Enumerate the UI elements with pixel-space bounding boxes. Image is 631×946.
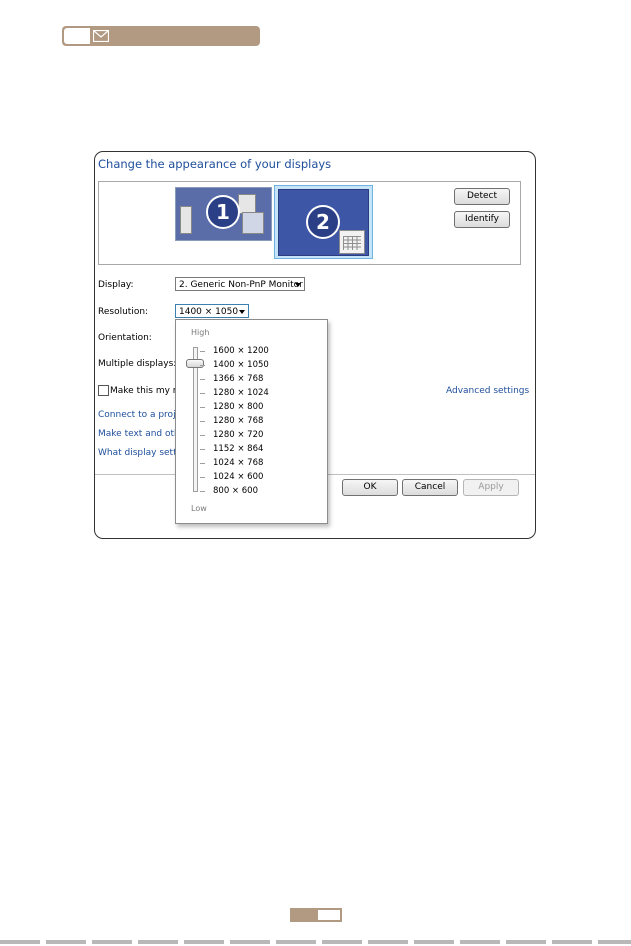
resolution-slider-thumb[interactable] — [186, 359, 204, 368]
envelope-icon — [93, 30, 109, 42]
monitor-number-2: 2 — [306, 205, 340, 239]
identify-button[interactable]: Identify — [454, 211, 510, 228]
multiple-displays-label: Multiple displays: — [98, 359, 177, 369]
header-tab — [62, 26, 260, 46]
resolution-option[interactable]: 800 × 600 — [213, 486, 258, 496]
slider-tick — [200, 365, 205, 366]
slider-tick — [200, 477, 205, 478]
resolution-slider-track[interactable] — [193, 347, 198, 492]
orientation-label: Orientation: — [98, 333, 152, 343]
header-tab-box — [64, 28, 90, 44]
resolution-select[interactable]: 1400 × 1050 — [175, 304, 249, 318]
resolution-label: Resolution: — [98, 307, 149, 317]
low-label: Low — [191, 504, 207, 513]
high-label: High — [191, 328, 210, 337]
slider-tick — [200, 435, 205, 436]
resolution-select-value: 1400 × 1050 — [179, 307, 239, 317]
advanced-settings-link[interactable]: Advanced settings — [446, 386, 529, 396]
slider-tick — [200, 491, 205, 492]
display-settings-dialog: Change the appearance of your displays 1… — [94, 151, 536, 539]
slider-tick — [200, 421, 205, 422]
connect-projector-link[interactable]: Connect to a projec — [98, 410, 186, 420]
slider-tick — [200, 449, 205, 450]
monitor-1[interactable]: 1 — [175, 187, 272, 241]
window-thumbnail-icon — [180, 206, 192, 234]
resolution-option[interactable]: 1280 × 768 — [213, 416, 263, 426]
slider-tick — [200, 379, 205, 380]
detect-button[interactable]: Detect — [454, 188, 510, 205]
chevron-down-icon — [295, 283, 301, 287]
dialog-title: Change the appearance of your displays — [98, 157, 332, 171]
monitor-2[interactable]: 2 — [278, 189, 369, 256]
ok-button[interactable]: OK — [342, 479, 398, 496]
monitor-2-selection[interactable]: 2 — [274, 185, 373, 259]
resolution-dropdown[interactable]: High 1600 × 1200 1400 × 1050 1366 × 768 … — [175, 319, 328, 524]
resolution-option[interactable]: 1600 × 1200 — [213, 346, 269, 356]
monitor-arrangement-area[interactable]: 1 2 Detect Identify — [98, 181, 521, 265]
resolution-option[interactable]: 1280 × 720 — [213, 430, 263, 440]
monitor-number-1: 1 — [206, 195, 240, 229]
make-main-display-checkbox[interactable] — [98, 385, 109, 396]
display-select[interactable]: 2. Generic Non-PnP Monitor — [175, 277, 305, 291]
footer-strip — [0, 940, 631, 944]
resolution-option[interactable]: 1024 × 600 — [213, 472, 263, 482]
calendar-icon — [339, 230, 365, 254]
chevron-down-icon — [239, 310, 245, 314]
window-thumbnail-icon — [242, 212, 264, 234]
slider-tick — [200, 351, 205, 352]
cancel-button[interactable]: Cancel — [402, 479, 458, 496]
resolution-option[interactable]: 1280 × 800 — [213, 402, 263, 412]
apply-button[interactable]: Apply — [463, 479, 519, 496]
window-thumbnail-icon — [238, 194, 256, 214]
display-select-value: 2. Generic Non-PnP Monitor — [179, 280, 303, 290]
resolution-option[interactable]: 1024 × 768 — [213, 458, 263, 468]
slider-tick — [200, 463, 205, 464]
resolution-option[interactable]: 1152 × 864 — [213, 444, 263, 454]
slider-tick — [200, 407, 205, 408]
resolution-option[interactable]: 1400 × 1050 — [213, 360, 269, 370]
display-label: Display: — [98, 280, 134, 290]
page-number-box — [318, 910, 340, 920]
resolution-option[interactable]: 1366 × 768 — [213, 374, 263, 384]
resolution-option[interactable]: 1280 × 1024 — [213, 388, 269, 398]
slider-tick — [200, 393, 205, 394]
